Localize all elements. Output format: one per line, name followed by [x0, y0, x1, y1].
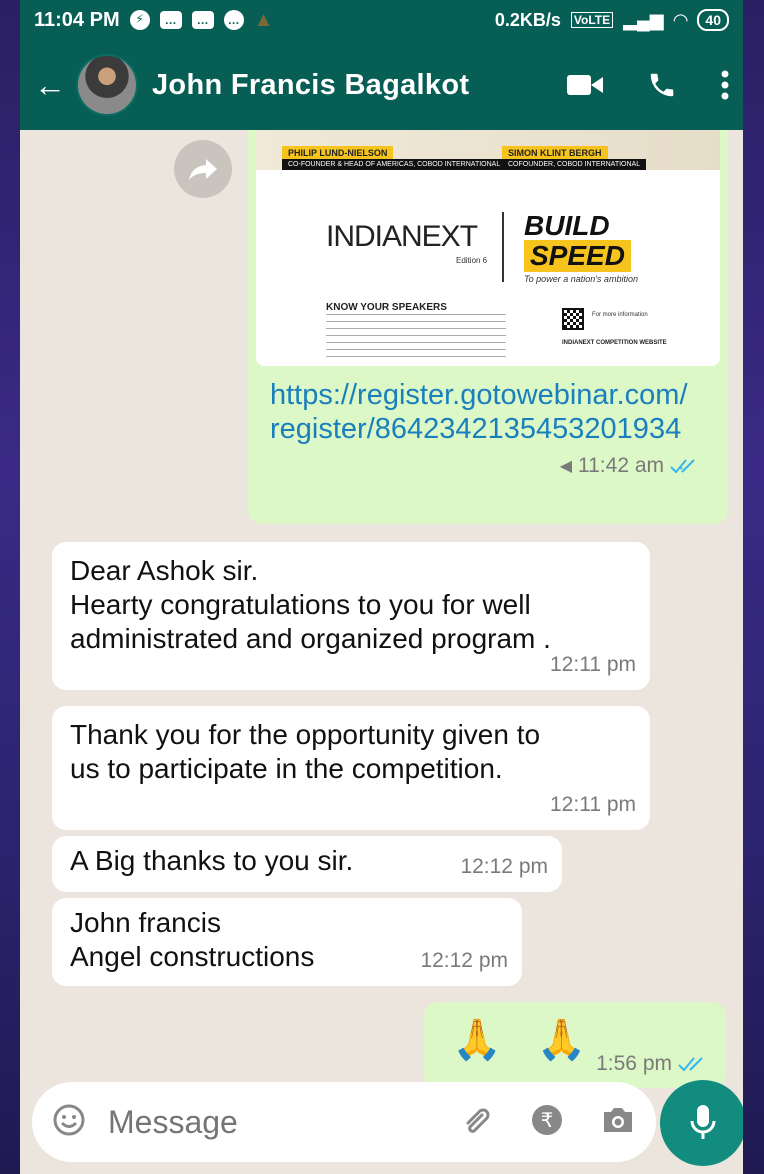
speaker-bio-text: [326, 314, 506, 362]
rupee-icon[interactable]: ₹: [530, 1103, 564, 1142]
qr-caption: For more information: [592, 312, 648, 318]
poster-tagline: To power a nation's ambition: [524, 274, 638, 284]
incoming-message[interactable]: A Big thanks to you sir. 12:12 pm: [52, 836, 562, 892]
message-time: 12:11 pm: [550, 653, 636, 676]
incoming-message[interactable]: John francis Angel constructions 12:12 p…: [52, 898, 522, 986]
read-ticks-icon: [670, 459, 695, 474]
sms-icon: …: [159, 11, 182, 29]
edition-label: Edition 6: [456, 256, 488, 265]
megaphone-icon: ◀: [559, 458, 572, 475]
phone-screen: 11:04 PM ⚡ … … … ▲ 0.2KB/s VoLTE ▂▄▆ ◠ 4…: [20, 0, 743, 1174]
message-input-bar: ₹: [20, 1070, 743, 1174]
message-text: Thank you for the opportunity given to u…: [70, 719, 541, 784]
volte-icon: VoLTE: [570, 12, 614, 28]
build-logo: BUILD: [524, 210, 610, 241]
speaker2-name: SIMON KLINT BERGH: [502, 146, 608, 160]
phone-call-icon[interactable]: [647, 70, 677, 100]
incoming-message[interactable]: Thank you for the opportunity given to u…: [52, 706, 650, 830]
status-bar: 11:04 PM ⚡ … … … ▲ 0.2KB/s VoLTE ▂▄▆ ◠ 4…: [20, 0, 743, 40]
webinar-link[interactable]: https://register.gotowebinar.com/registe…: [256, 378, 696, 446]
competition-website-label: INDIANEXT COMPETITION WEBSITE: [562, 340, 667, 346]
speaker1-name: PHILIP LUND-NIELSON: [282, 146, 394, 160]
chat-header: ← John Francis Bagalkot: [20, 40, 743, 130]
know-speakers-title: KNOW YOUR SPEAKERS: [326, 302, 447, 313]
poster-divider: [502, 212, 504, 282]
qr-code-icon: [562, 308, 584, 330]
more-vert-icon[interactable]: [721, 70, 729, 100]
message-time: 12:12 pm: [420, 949, 508, 972]
forward-icon[interactable]: [174, 140, 232, 198]
outgoing-link-message[interactable]: PHILIP LUND-NIELSON CO-FOUNDER & HEAD OF…: [248, 130, 728, 524]
status-time: 11:04 PM: [34, 8, 120, 31]
signal-icon: ▂▄▆: [623, 9, 664, 30]
svg-text:₹: ₹: [541, 1108, 554, 1132]
message-time: 11:42 am: [578, 454, 664, 477]
message-box[interactable]: ₹: [32, 1082, 656, 1162]
speaker1-role: CO-FOUNDER & HEAD OF AMERICAS, COBOD INT…: [282, 159, 507, 170]
event-poster-image[interactable]: PHILIP LUND-NIELSON CO-FOUNDER & HEAD OF…: [256, 130, 720, 366]
contact-avatar[interactable]: [76, 54, 138, 116]
message-meta: ◀ 11:42 am: [256, 454, 720, 478]
chat-area[interactable]: PHILIP LUND-NIELSON CO-FOUNDER & HEAD OF…: [20, 130, 743, 1088]
emoji-icon[interactable]: [52, 1103, 86, 1142]
indianext-logo: INDIANEXT: [326, 220, 478, 253]
back-arrow-icon[interactable]: ←: [34, 67, 70, 104]
chat-notification-icon: …: [223, 10, 244, 30]
wifi-icon: ◠: [673, 9, 688, 30]
speed-logo: SPEED: [524, 240, 631, 272]
mic-icon: [690, 1105, 716, 1139]
camera-icon[interactable]: [600, 1104, 636, 1141]
sms-icon-2: …: [191, 11, 214, 29]
incoming-message[interactable]: Dear Ashok sir. Hearty congratulations t…: [52, 542, 650, 690]
network-speed: 0.2KB/s: [494, 9, 561, 30]
video-call-icon[interactable]: [567, 73, 603, 97]
message-input[interactable]: [108, 1103, 388, 1141]
message-time: 12:11 pm: [550, 793, 636, 816]
mic-button[interactable]: [660, 1080, 743, 1166]
battery-indicator: 40: [697, 9, 729, 31]
charging-icon: ⚡: [129, 10, 150, 30]
contact-name[interactable]: John Francis Bagalkot: [152, 69, 469, 102]
paperclip-icon[interactable]: [460, 1103, 494, 1142]
speaker2-role: COFOUNDER, COBOD INTERNATIONAL: [502, 159, 647, 170]
message-text: Dear Ashok sir. Hearty congratulations t…: [70, 555, 551, 654]
message-time: 12:12 pm: [460, 855, 548, 878]
message-text: 🙏 🙏: [452, 1018, 599, 1062]
app-notification-icon: ▲: [253, 8, 274, 31]
